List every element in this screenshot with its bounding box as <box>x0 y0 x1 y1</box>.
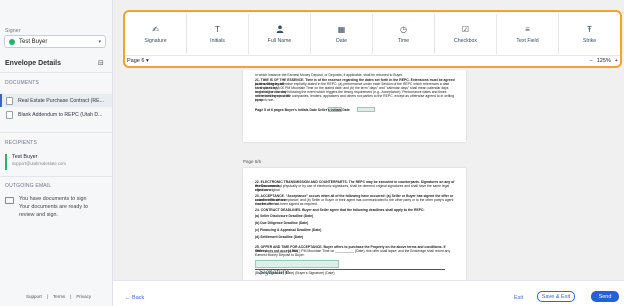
clock-icon: ◷ <box>400 24 407 34</box>
doc-text: 24. CONTRACT DEADLINES. Buyer and Seller… <box>255 208 425 212</box>
strike-icon: Ŧ <box>587 24 592 34</box>
bottom-bar: ← Back Exit Save & Exit Send <box>113 280 624 306</box>
doc-text: party. <box>255 98 264 102</box>
outgoing-email-label: OUTGOING EMAIL <box>5 183 52 189</box>
page-select[interactable]: Page 6 ▾ <box>127 58 149 64</box>
doc-text: signatures. <box>255 188 272 192</box>
exit-button[interactable]: Exit <box>514 295 523 301</box>
document-name: Real Estate Purchase Contract (RE... <box>18 97 104 104</box>
zoom-control: − 125% + <box>589 58 618 64</box>
outgoing-email-subject: You have documents to sign <box>19 196 87 202</box>
initials-icon: T <box>215 24 220 34</box>
outgoing-email: You have documents to sign Your document… <box>5 195 109 219</box>
zoom-out-button[interactable]: − <box>589 58 592 64</box>
tool-label: Checkbox <box>453 37 478 44</box>
divider <box>0 176 112 177</box>
time-tool[interactable]: ◷ Time <box>373 14 435 54</box>
signer-label: Signer <box>5 28 21 34</box>
tool-label: Text Field <box>516 37 539 44</box>
collapse-sidebar-icon[interactable]: ⊟ <box>98 59 104 67</box>
checkbox-tool[interactable]: ☑ Checkbox <box>435 14 497 54</box>
document-name: Blank Addendum to REPC (Utah D... <box>18 111 103 118</box>
support-link[interactable]: Support <box>26 294 42 299</box>
signature-field[interactable]: Signature <box>255 260 339 276</box>
sidebar: Signer Test Buyer ▾ Envelope Details ⊟ D… <box>0 0 113 306</box>
divider <box>125 55 620 56</box>
recipient-name: Test Buyer <box>12 154 38 160</box>
mail-icon <box>5 197 14 204</box>
text-field-tool[interactable]: ≡ Text Field <box>497 14 559 54</box>
recipients-label: RECIPIENTS <box>5 140 38 146</box>
app-window: Signer Test Buyer ▾ Envelope Details ⊟ D… <box>0 0 624 306</box>
doc-text: Earnest Money Deposit to Buyer. <box>255 253 305 257</box>
document-viewer[interactable]: in which instance the Earnest Money Depo… <box>113 70 624 280</box>
date-tool[interactable]: ▦ Date <box>311 14 373 54</box>
envelope-title: Envelope Details <box>5 60 62 67</box>
doc-text: (c) Financing & Appraisal Deadline (Date… <box>255 228 322 232</box>
divider <box>0 72 112 73</box>
doc-text: (b) Due Diligence Deadline (Date) <box>255 221 309 225</box>
signature-icon: ✍ <box>152 24 159 34</box>
document-page: 22. ELECTRONIC TRANSMISSION AND COUNTERP… <box>243 168 466 280</box>
terms-link[interactable]: Terms <box>53 294 65 299</box>
document-icon <box>6 110 13 119</box>
outgoing-email-body: review and sign. <box>19 212 58 218</box>
recipient-item: Test Buyer support@utahrealestate.com <box>5 154 109 170</box>
page-label: Page 6/6 <box>243 159 262 164</box>
document-item[interactable]: Real Estate Purchase Contract (RE... <box>0 94 112 107</box>
tool-label: Full Name <box>267 37 292 44</box>
field-toolbar: ✍ Signature T Initials Full Name ▦ Date <box>123 10 622 68</box>
signer-status-dot <box>9 38 15 45</box>
signature-caption: (Buyer's Signature) (Date) (Buyer's Sign… <box>255 271 335 275</box>
zoom-level: 125% <box>596 58 611 64</box>
tool-label: Signature <box>144 37 167 44</box>
doc-text: (d) Settlement Deadline (Date) <box>255 235 304 239</box>
back-button[interactable]: ← Back <box>125 295 144 301</box>
document-item[interactable]: Blank Addendum to REPC (Utah D... <box>0 108 112 121</box>
chevron-down-icon: ▾ <box>98 38 101 45</box>
signature-tool[interactable]: ✍ Signature <box>125 14 187 54</box>
page-footer: Page 5 of 6 pages Buyer's Initials Date … <box>255 108 350 112</box>
footer-links: Support | Terms | Privacy <box>26 294 92 299</box>
document-page: in which instance the Earnest Money Depo… <box>243 70 466 142</box>
doc-text: in which instance the Earnest Money Depo… <box>255 73 403 77</box>
doc-text: counteroffer has been signed as required… <box>255 202 318 206</box>
zoom-in-button[interactable]: + <box>615 58 618 64</box>
text-field-icon: ≡ <box>525 24 530 34</box>
person-icon <box>276 25 284 35</box>
strike-tool[interactable]: Ŧ Strike <box>559 14 620 54</box>
full-name-tool[interactable]: Full Name <box>249 14 311 54</box>
send-button[interactable]: Send <box>591 291 619 302</box>
chevron-down-icon: ▾ <box>145 58 149 64</box>
tool-label: Time <box>397 37 410 44</box>
outgoing-email-body: Your documents are ready to <box>19 204 89 210</box>
signer-name: Test Buyer <box>19 38 48 45</box>
privacy-link[interactable]: Privacy <box>76 294 91 299</box>
signature-line <box>255 269 445 270</box>
save-exit-button[interactable]: Save & Exit <box>537 291 575 302</box>
tool-label: Initials <box>210 37 225 44</box>
documents-label: DOCUMENTS <box>5 80 40 86</box>
recipient-email: support@utahrealestate.com <box>12 161 66 166</box>
document-icon <box>6 96 13 105</box>
calendar-icon: ▦ <box>337 24 346 34</box>
recipient-status-bar <box>5 154 7 170</box>
main-area: ✍ Signature T Initials Full Name ▦ Date <box>113 0 624 306</box>
divider <box>0 132 112 133</box>
signer-select[interactable]: Test Buyer ▾ <box>4 35 106 48</box>
checkbox-icon: ☑ <box>461 24 470 34</box>
initials-tool[interactable]: T Initials <box>187 14 249 54</box>
doc-text: (a) Seller Disclosure Deadline (Date) <box>255 214 314 218</box>
tool-label: Date <box>336 37 347 44</box>
tool-label: Strike <box>582 37 597 44</box>
page-select-value: Page 6 <box>127 58 145 64</box>
